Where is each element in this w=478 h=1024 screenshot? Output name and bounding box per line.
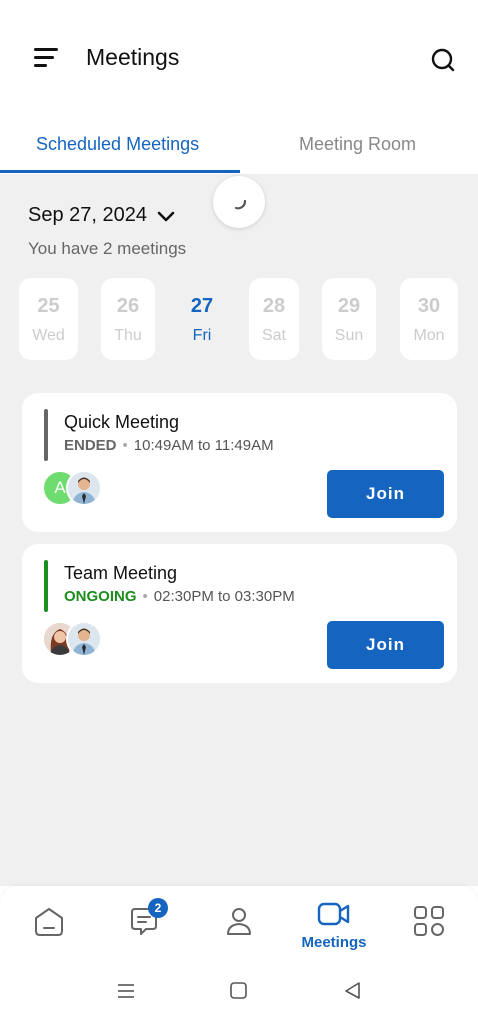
- separator-dot: •: [142, 588, 148, 605]
- status-bar: [44, 560, 48, 612]
- day-name: Fri: [192, 327, 212, 344]
- nav-apps[interactable]: [389, 886, 469, 966]
- home-icon: [35, 908, 63, 936]
- man-avatar-icon: [68, 472, 100, 504]
- join-button[interactable]: Join: [327, 621, 444, 669]
- day-name: Wed: [32, 327, 65, 344]
- meeting-time: 10:49AM to 11:49AM: [133, 437, 274, 454]
- status-bar: [44, 409, 48, 461]
- nav-contacts[interactable]: [199, 886, 279, 966]
- status-badge: ONGOING: [64, 588, 137, 605]
- day-item[interactable]: 25 Wed: [19, 278, 78, 360]
- system-navigation-bar: [0, 966, 478, 1024]
- tab-indicator: [0, 170, 240, 173]
- nav-meetings-label: Meetings: [301, 934, 367, 951]
- meetings-content[interactable]: Sep 27, 2024 You have 2 meetings 25 Wed …: [0, 174, 478, 886]
- day-name: Sun: [334, 327, 364, 344]
- meeting-status-line: ONGOING • 02:30PM to 03:30PM: [64, 588, 295, 605]
- nav-chat[interactable]: 2: [104, 886, 184, 966]
- chevron-down-icon: [157, 211, 175, 221]
- avatar: [66, 470, 102, 506]
- avatar: [66, 621, 102, 657]
- search-icon[interactable]: [428, 45, 458, 75]
- day-item[interactable]: 29 Sun: [322, 278, 376, 360]
- day-item[interactable]: 30 Mon: [400, 278, 458, 360]
- day-name: Sat: [261, 327, 286, 344]
- back-icon[interactable]: [343, 980, 363, 1002]
- menu-icon[interactable]: [34, 48, 60, 70]
- person-icon: [227, 908, 251, 935]
- recent-apps-icon[interactable]: [116, 980, 136, 1002]
- meeting-card[interactable]: Quick Meeting ENDED • 10:49AM to 11:49AM A…: [22, 393, 457, 532]
- meeting-title[interactable]: Quick Meeting: [64, 412, 179, 433]
- day-number: 26: [116, 295, 140, 317]
- nav-home[interactable]: [9, 886, 89, 966]
- participant-avatars: A: [42, 470, 112, 510]
- join-button[interactable]: Join: [327, 470, 444, 518]
- chat-unread-badge: 2: [148, 898, 168, 918]
- tab-bar: Scheduled Meetings Meeting Room: [0, 118, 478, 174]
- day-number: 29: [337, 295, 361, 317]
- meeting-title[interactable]: Team Meeting: [64, 563, 177, 584]
- day-number: 28: [262, 295, 286, 317]
- tab-meeting-room[interactable]: Meeting Room: [299, 134, 416, 155]
- meeting-card[interactable]: Team Meeting ONGOING • 02:30PM to 03:30PM: [22, 544, 457, 683]
- refresh-spinner-icon: [234, 199, 247, 210]
- app-bar: Meetings: [0, 0, 478, 118]
- meeting-status-line: ENDED • 10:49AM to 11:49AM: [64, 437, 274, 454]
- day-item[interactable]: 28 Sat: [249, 278, 299, 360]
- bottom-navigation: 2 Meetings: [0, 886, 478, 966]
- avatar-initial: A: [54, 478, 66, 497]
- meeting-time: 02:30PM to 03:30PM: [153, 588, 295, 605]
- day-name: Mon: [413, 327, 445, 344]
- status-badge: ENDED: [64, 437, 117, 454]
- page-title: Meetings: [86, 44, 180, 70]
- nav-meetings[interactable]: Meetings: [294, 886, 374, 966]
- day-name: Thu: [114, 327, 142, 344]
- day-strip: 25 Wed 26 Thu 27 Fri 28 Sat 29 Sun 30 Mo…: [0, 278, 478, 362]
- refresh-indicator: [213, 176, 265, 228]
- man-avatar-icon: [68, 623, 100, 655]
- date-picker[interactable]: Sep 27, 2024: [28, 204, 175, 227]
- participant-avatars: [42, 621, 112, 661]
- meeting-count: You have 2 meetings: [28, 239, 187, 258]
- day-number: 30: [417, 295, 441, 317]
- tab-scheduled-meetings[interactable]: Scheduled Meetings: [36, 134, 199, 155]
- day-number: 27: [190, 295, 214, 317]
- home-button-icon[interactable]: [229, 980, 249, 1002]
- video-camera-icon: [317, 902, 350, 926]
- day-item-selected[interactable]: 27 Fri: [175, 278, 229, 360]
- day-item[interactable]: 26 Thu: [101, 278, 155, 360]
- selected-date: Sep 27, 2024: [28, 204, 147, 226]
- separator-dot: •: [122, 437, 128, 454]
- apps-grid-icon: [414, 906, 444, 936]
- day-number: 25: [37, 295, 60, 317]
